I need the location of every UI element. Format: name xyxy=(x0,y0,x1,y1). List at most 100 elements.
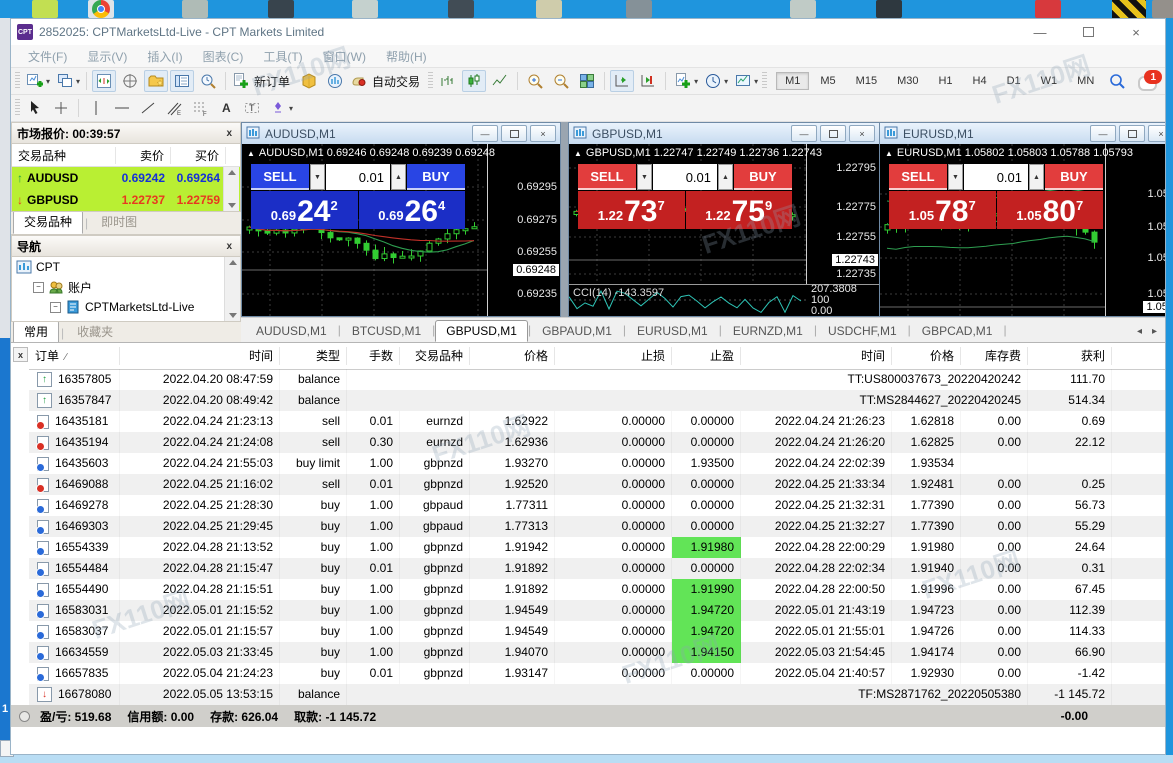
profiles-button[interactable] xyxy=(53,70,77,92)
table-row[interactable]: 165544842022.04.28 21:15:47buy0.01gbpnzd… xyxy=(29,558,1165,579)
timeframe-m1[interactable]: M1 xyxy=(776,72,809,90)
sell-price-display[interactable]: 1.22737 xyxy=(578,191,685,229)
volume-decrease-button[interactable]: ▼ xyxy=(637,164,652,190)
terminal-column-5[interactable]: 价格 xyxy=(470,347,555,365)
table-row[interactable]: 165544902022.04.28 21:15:51buy1.00gbpnzd… xyxy=(29,579,1165,600)
zoom-in-button[interactable] xyxy=(523,70,547,92)
new-chart-button[interactable] xyxy=(23,70,47,92)
terminal-column-1[interactable]: 时间 xyxy=(120,347,280,365)
chart-restore-button[interactable] xyxy=(501,125,527,142)
timeframe-m15[interactable]: M15 xyxy=(847,72,886,90)
notification-button[interactable]: 1 xyxy=(1136,71,1160,91)
new-order-button[interactable]: 新订单 xyxy=(230,71,296,91)
chart-tab-gbpaud[interactable]: GBPAUD,M1 xyxy=(531,320,623,342)
dropdown-caret[interactable]: ▾ xyxy=(46,77,50,86)
table-row[interactable]: 164356032022.04.24 21:55:03buy limit1.00… xyxy=(29,453,1165,474)
timeframe-w1[interactable]: W1 xyxy=(1032,72,1067,90)
text-tool[interactable]: A xyxy=(214,97,238,119)
terminal-column-7[interactable]: 止盈 xyxy=(672,347,741,365)
chart-window-gbpusd[interactable]: GBPUSD,M1—×1.227951.227751.227551.227351… xyxy=(568,122,880,317)
scroll-up-icon[interactable] xyxy=(228,170,236,175)
quote-column-2[interactable]: 买价 xyxy=(171,147,226,164)
auto-scroll-button[interactable] xyxy=(610,70,634,92)
chart-tab-usdchf[interactable]: USDCHF,M1 xyxy=(817,320,908,342)
terminal-column-8[interactable]: 时间 xyxy=(741,347,892,365)
terminal-column-9[interactable]: 价格 xyxy=(892,347,961,365)
strategy-tester-button[interactable] xyxy=(196,70,220,92)
navigator-scrollbar[interactable] xyxy=(224,257,240,321)
volume-increase-button[interactable]: ▲ xyxy=(718,164,733,190)
terminal-column-10[interactable]: 库存费 xyxy=(961,347,1028,365)
vertical-line-tool[interactable] xyxy=(84,97,108,119)
volume-decrease-button[interactable]: ▼ xyxy=(310,164,325,190)
dropdown-caret[interactable]: ▾ xyxy=(724,77,728,86)
timeframe-d1[interactable]: D1 xyxy=(998,72,1030,90)
menu-item-1[interactable]: 显示(V) xyxy=(78,46,136,67)
autotrading-button[interactable]: 自动交易 xyxy=(348,71,426,91)
tile-windows-button[interactable] xyxy=(575,70,599,92)
dropdown-caret[interactable]: ▾ xyxy=(76,77,80,86)
volume-input[interactable]: 0.01 xyxy=(653,164,717,190)
minimize-button[interactable]: — xyxy=(1029,25,1051,40)
terminal-column-3[interactable]: 手数 xyxy=(347,347,400,365)
chart-minimize-button[interactable]: — xyxy=(1090,125,1116,142)
buy-price-display[interactable]: 1.05807 xyxy=(997,191,1104,229)
sell-button[interactable]: SELL xyxy=(251,164,309,190)
line-chart-type-button[interactable] xyxy=(488,70,512,92)
timeframe-m30[interactable]: M30 xyxy=(888,72,927,90)
chart-tab-eurusd[interactable]: EURUSD,M1 xyxy=(626,320,719,342)
expand-info-icon[interactable]: ▲ xyxy=(574,149,582,158)
buy-button[interactable]: BUY xyxy=(407,164,465,190)
expand-info-icon[interactable]: ▲ xyxy=(247,149,255,158)
terminal-column-4[interactable]: 交易品种 xyxy=(400,347,470,365)
chart-window-eurusd[interactable]: EURUSD,M1—×1.0581.0581.0581.0581.057▲EUR… xyxy=(879,122,1165,317)
terminal-column-11[interactable]: 获利 xyxy=(1028,347,1112,365)
chart-close-button[interactable]: × xyxy=(1148,125,1165,142)
menu-item-3[interactable]: 图表(C) xyxy=(194,46,253,67)
table-row[interactable]: ↑163578052022.04.20 08:47:59balanceTT:US… xyxy=(29,369,1165,390)
navigator-tab-1[interactable]: 收藏夹 xyxy=(66,320,124,344)
chart-tab-btcusd[interactable]: BTCUSD,M1 xyxy=(341,320,432,342)
tree-expander-icon[interactable]: − xyxy=(33,282,44,293)
expand-info-icon[interactable]: ▲ xyxy=(885,149,893,158)
close-button[interactable]: × xyxy=(1125,25,1147,40)
dropdown-caret[interactable]: ▾ xyxy=(694,77,698,86)
menu-item-6[interactable]: 帮助(H) xyxy=(377,46,436,67)
table-row[interactable]: 166578352022.05.04 21:24:23buy0.01gbpnzd… xyxy=(29,663,1165,684)
periods-button[interactable] xyxy=(701,70,725,92)
chart-shift-button[interactable] xyxy=(636,70,660,92)
chart-restore-button[interactable] xyxy=(820,125,846,142)
metaquotes-language-button[interactable] xyxy=(323,70,347,92)
chart-close-button[interactable]: × xyxy=(849,125,875,142)
tab-scroll-left-icon[interactable]: ◂ xyxy=(1137,326,1142,337)
navigator-toggle[interactable] xyxy=(144,70,168,92)
buy-price-display[interactable]: 0.69264 xyxy=(359,191,466,229)
table-row[interactable]: 164692782022.04.25 21:28:30buy1.00gbpaud… xyxy=(29,495,1165,516)
table-row[interactable]: 164351942022.04.24 21:24:08sell0.30eurnz… xyxy=(29,432,1165,453)
timeframe-h1[interactable]: H1 xyxy=(929,72,961,90)
quote-column-0[interactable]: 交易品种 xyxy=(12,147,116,164)
tab-scroll-right-icon[interactable]: ▸ xyxy=(1152,326,1157,337)
quote-scrollbar[interactable] xyxy=(223,167,239,211)
dropdown-caret[interactable]: ▾ xyxy=(289,104,293,113)
scroll-up-icon[interactable] xyxy=(229,260,237,265)
table-row[interactable]: 166345592022.05.03 21:33:45buy1.00gbpnzd… xyxy=(29,642,1165,663)
candlestick-type-button[interactable] xyxy=(462,70,486,92)
sell-price-display[interactable]: 1.05787 xyxy=(889,191,996,229)
quote-row-audusd[interactable]: ↑AUDUSD0.692420.69264 xyxy=(12,167,240,189)
fibonacci-tool[interactable]: F xyxy=(188,97,212,119)
horizontal-line-tool[interactable] xyxy=(110,97,134,119)
terminal-toggle[interactable] xyxy=(170,70,194,92)
bar-chart-type-button[interactable] xyxy=(436,70,460,92)
navigator-item-cptmarketsltd-live[interactable]: −CPTMarketsLtd-Live xyxy=(12,297,240,317)
channel-tool[interactable]: E xyxy=(162,97,186,119)
label-tool[interactable]: T xyxy=(240,97,264,119)
metaeditor-button[interactable] xyxy=(297,70,321,92)
data-window-button[interactable] xyxy=(118,70,142,92)
chart-minimize-button[interactable]: — xyxy=(472,125,498,142)
table-row[interactable]: 165830312022.05.01 21:15:52buy1.00gbpnzd… xyxy=(29,600,1165,621)
search-icon[interactable] xyxy=(1105,70,1129,92)
table-row[interactable]: 164690882022.04.25 21:16:02sell0.01gbpnz… xyxy=(29,474,1165,495)
table-row[interactable]: ↓166780802022.05.05 13:53:15balanceTF:MS… xyxy=(29,684,1165,705)
volume-increase-button[interactable]: ▲ xyxy=(1029,164,1044,190)
